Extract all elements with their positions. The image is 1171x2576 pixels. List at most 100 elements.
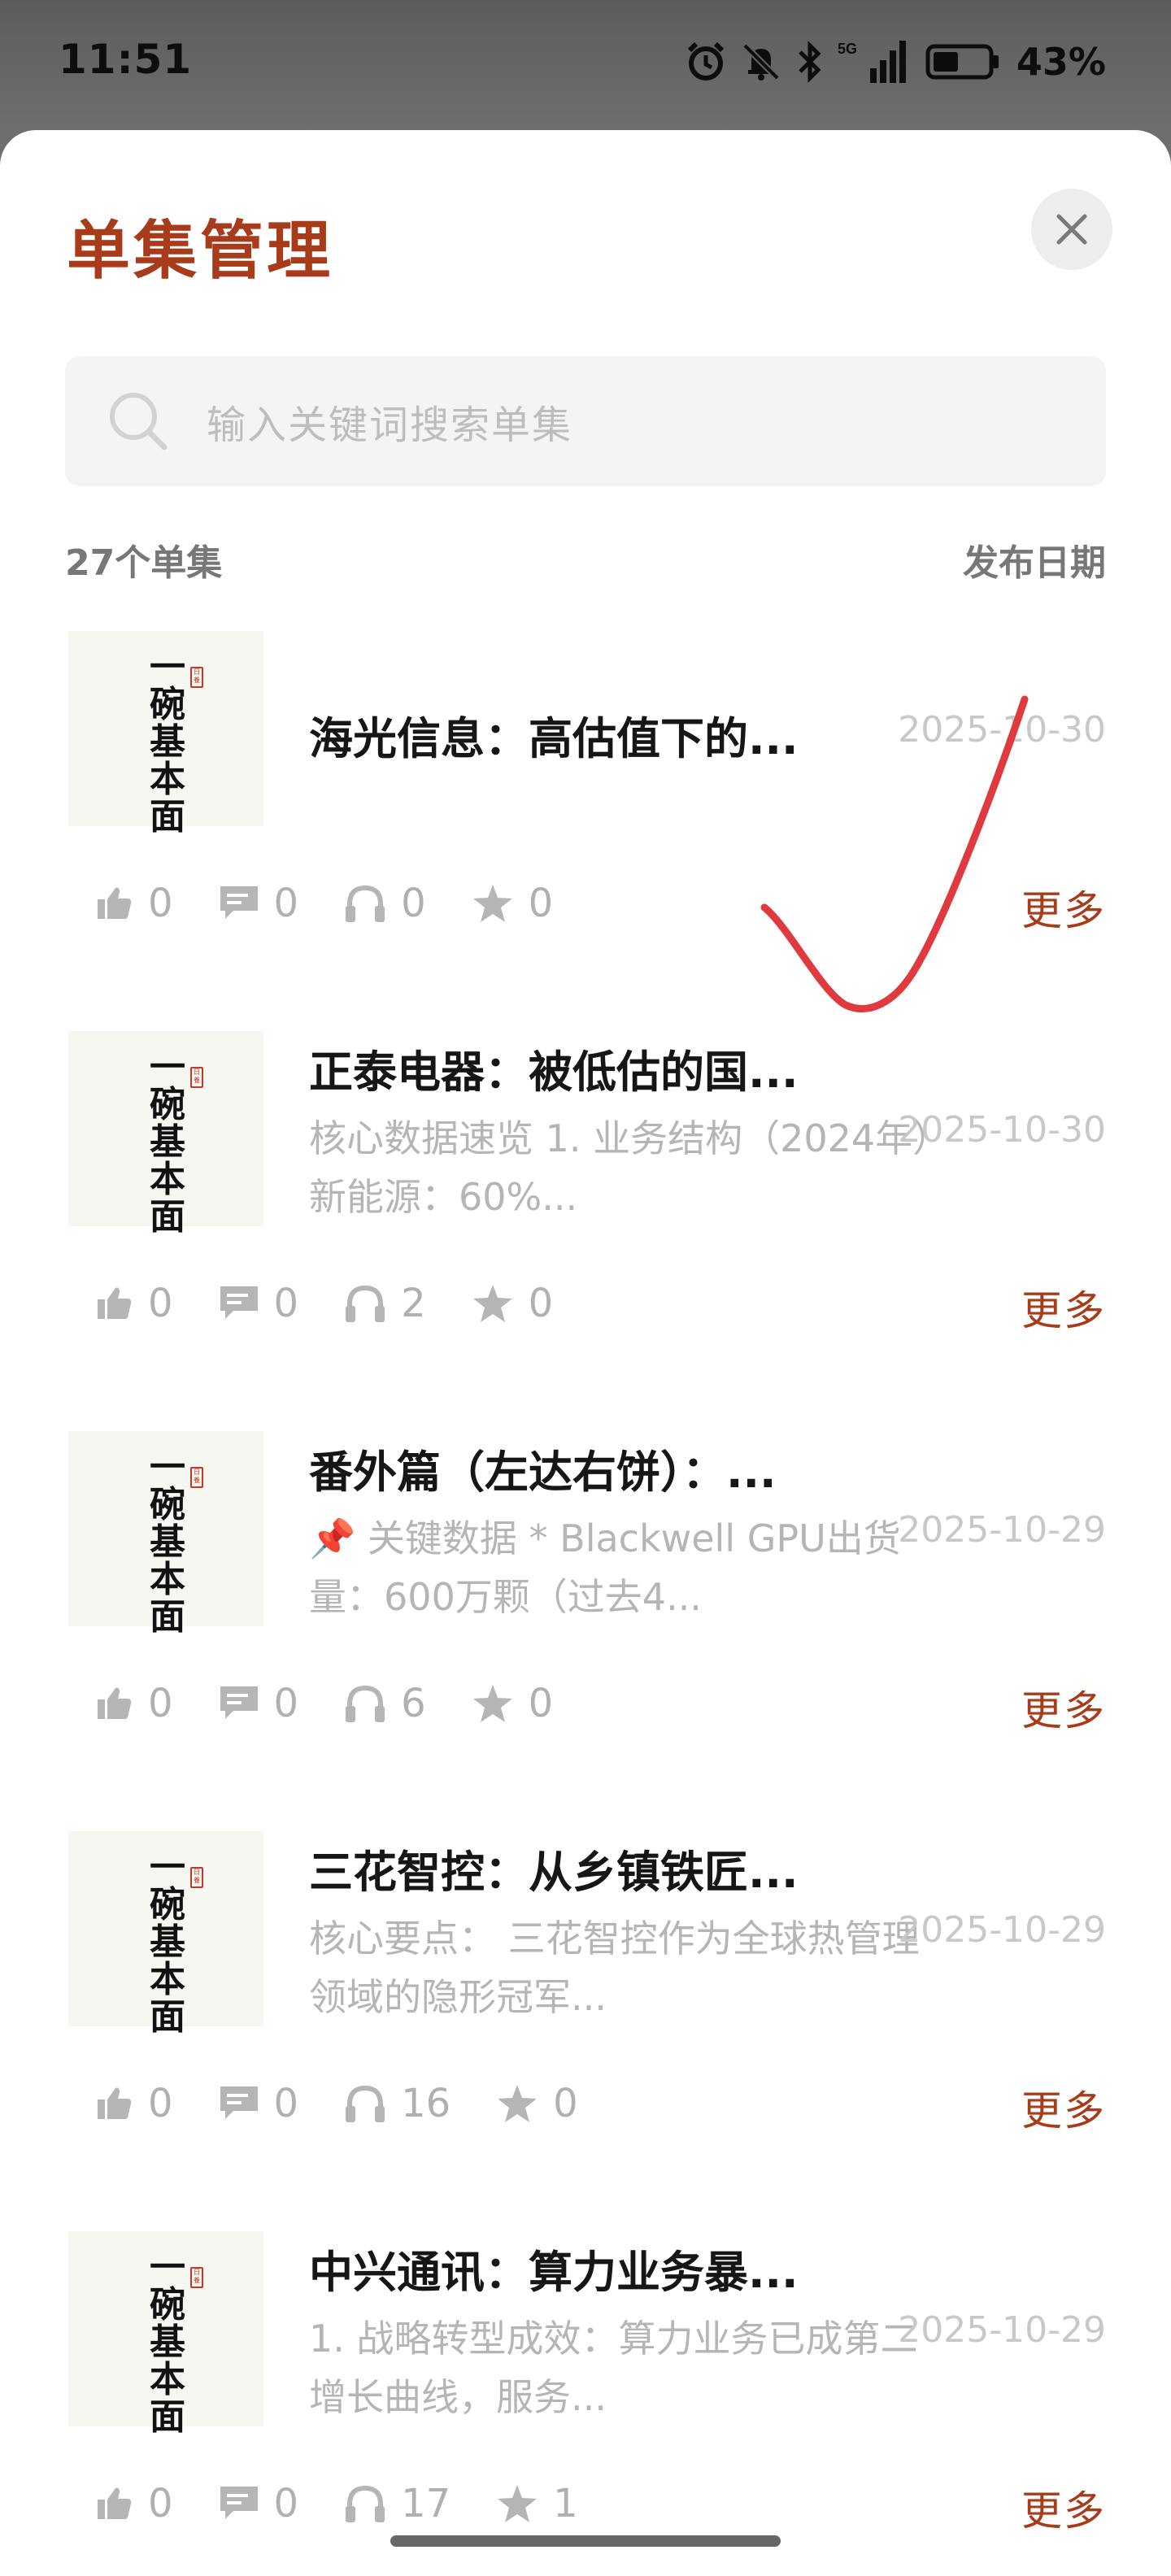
comment-icon — [220, 2086, 258, 2119]
star-stat[interactable]: 0 — [472, 1281, 554, 1326]
status-icons: 5G 43% — [685, 36, 1106, 88]
episode-cover: 一碗基本面 日養 — [68, 1031, 263, 1236]
listen-stat[interactable]: 17 — [344, 2481, 451, 2526]
comment-icon — [220, 2487, 258, 2519]
cover-seal: 日養 — [190, 2267, 203, 2288]
episode-date: 2025-10-30 — [898, 709, 1106, 751]
search-icon — [110, 393, 168, 450]
close-icon — [1056, 214, 1087, 245]
episode-description: 核心要点： 三花智控作为全球热管理领域的隐形冠军... — [309, 1917, 920, 2019]
search-input[interactable]: 输入关键词搜索单集 — [65, 356, 1106, 486]
listen-count: 17 — [401, 2481, 451, 2526]
more-button[interactable]: 更多 — [1021, 1278, 1106, 1337]
star-count: 0 — [528, 1681, 554, 1726]
episode-item[interactable]: 一碗基本面 日養 三花智控：从乡镇铁匠... 核心要点： 三花智控作为全球热管理… — [65, 1831, 1106, 2156]
star-stat[interactable]: 0 — [472, 1681, 554, 1726]
thumbs-up-icon — [98, 1687, 132, 1719]
episode-stats: 0 0 0 0 — [96, 875, 599, 932]
star-count: 0 — [553, 2081, 578, 2126]
comment-stat[interactable]: 0 — [219, 881, 298, 926]
episode-stats: 0 0 16 0 — [96, 2075, 624, 2132]
comment-stat[interactable]: 0 — [219, 1681, 299, 1726]
more-button[interactable]: 更多 — [1021, 1678, 1106, 1737]
star-icon — [498, 2085, 538, 2122]
episode-date: 2025-10-29 — [898, 1909, 1106, 1951]
cover-seal: 日養 — [190, 1867, 203, 1888]
more-button[interactable]: 更多 — [1021, 878, 1106, 937]
battery-icon — [925, 44, 999, 80]
listen-stat[interactable]: 16 — [344, 2081, 451, 2126]
like-count: 0 — [148, 881, 173, 926]
headphones-icon — [346, 1685, 385, 1722]
cover-seal: 日養 — [190, 1067, 203, 1088]
episode-item[interactable]: 一碗基本面 日養 正泰电器：被低估的国... 核心数据速览 1. 业务结构（20… — [65, 1031, 1106, 1356]
episode-title: 正泰电器：被低估的国... — [309, 1046, 799, 1098]
listen-stat[interactable]: 6 — [344, 1681, 426, 1726]
episode-management-sheet: 单集管理 输入关键词搜索单集 27个单集 发布日期 一碗基本面 日養 海光信息：… — [0, 130, 1171, 2576]
like-count: 0 — [148, 1681, 173, 1726]
cover-text: 一碗基本面 — [150, 1447, 185, 1638]
cover-text: 一碗基本面 — [150, 646, 185, 838]
search-placeholder: 输入关键词搜索单集 — [207, 402, 573, 448]
cover-text: 一碗基本面 — [150, 2247, 185, 2438]
episode-title: 海光信息：高估值下的... — [309, 713, 799, 764]
comment-stat[interactable]: 0 — [219, 1281, 298, 1326]
comment-stat[interactable]: 0 — [219, 2481, 298, 2526]
episode-cover: 一碗基本面 日養 — [68, 2231, 263, 2436]
episode-title: 中兴通讯：算力业务暴... — [309, 2247, 799, 2298]
episode-date: 2025-10-29 — [898, 1509, 1106, 1551]
comment-icon — [220, 886, 258, 919]
episode-cover: 一碗基本面 日養 — [68, 631, 263, 836]
headphones-icon — [346, 2485, 385, 2522]
star-icon — [472, 1685, 512, 1722]
like-stat[interactable]: 0 — [96, 2481, 173, 2526]
episode-item[interactable]: 一碗基本面 日養 海光信息：高估值下的... 2025-10-30 0 0 0 … — [65, 631, 1106, 956]
episode-description: 📌 关键数据 * Blackwell GPU出货量：600万颗（过去4... — [309, 1516, 901, 1619]
alarm-icon — [687, 41, 725, 80]
listen-stat[interactable]: 2 — [344, 1281, 426, 1326]
sort-by-date-button[interactable]: 发布日期 — [963, 533, 1106, 585]
signal-icon: 5G — [838, 41, 906, 83]
like-stat[interactable]: 0 — [96, 881, 173, 926]
comment-count: 0 — [273, 1681, 299, 1726]
sheet-title: 单集管理 — [67, 215, 334, 288]
like-stat[interactable]: 0 — [96, 1281, 173, 1326]
status-bar: 11:51 5G 43% — [0, 0, 1171, 130]
more-button[interactable]: 更多 — [1021, 2078, 1106, 2137]
star-stat[interactable]: 1 — [496, 2481, 578, 2526]
listen-count: 2 — [401, 1281, 426, 1326]
like-count: 0 — [148, 2081, 173, 2126]
cover-text: 一碗基本面 — [150, 1046, 185, 1238]
star-count: 0 — [528, 881, 554, 926]
home-indicator — [390, 2535, 781, 2547]
bluetooth-icon — [799, 41, 821, 83]
star-count: 0 — [528, 1281, 554, 1326]
star-count: 1 — [553, 2481, 578, 2526]
like-stat[interactable]: 0 — [96, 1681, 173, 1726]
comment-count: 0 — [273, 2081, 299, 2126]
cover-seal: 日養 — [190, 667, 203, 688]
cover-text: 一碗基本面 — [150, 1847, 185, 2038]
svg-text:5G: 5G — [838, 41, 857, 57]
battery-percentage: 43% — [1016, 40, 1106, 84]
list-header: 27个单集 发布日期 — [65, 533, 1106, 585]
thumbs-up-icon — [98, 887, 132, 919]
listen-count: 0 — [401, 881, 426, 926]
listen-stat[interactable]: 0 — [344, 881, 426, 926]
star-stat[interactable]: 0 — [472, 881, 554, 926]
episode-stats: 0 0 17 1 — [96, 2475, 624, 2532]
thumbs-up-icon — [98, 2087, 132, 2119]
cover-seal: 日養 — [190, 1467, 203, 1488]
comment-stat[interactable]: 0 — [219, 2081, 299, 2126]
close-button[interactable] — [1031, 189, 1112, 270]
like-count: 0 — [148, 2481, 173, 2526]
episode-count: 27个单集 — [65, 542, 223, 584]
star-stat[interactable]: 0 — [496, 2081, 578, 2126]
more-button[interactable]: 更多 — [1021, 2478, 1106, 2537]
star-icon — [472, 885, 512, 922]
like-stat[interactable]: 0 — [96, 2081, 173, 2126]
episode-item[interactable]: 一碗基本面 日養 中兴通讯：算力业务暴... 1. 战略转型成效：算力业务已成第… — [65, 2231, 1106, 2556]
episode-description: 核心数据速览 1. 业务结构（2024年）新能源：60%... — [309, 1116, 932, 1219]
headphones-icon — [346, 2085, 385, 2122]
episode-item[interactable]: 一碗基本面 日養 番外篇（左达右饼）：... 📌 关键数据 * Blackwel… — [65, 1431, 1106, 1756]
